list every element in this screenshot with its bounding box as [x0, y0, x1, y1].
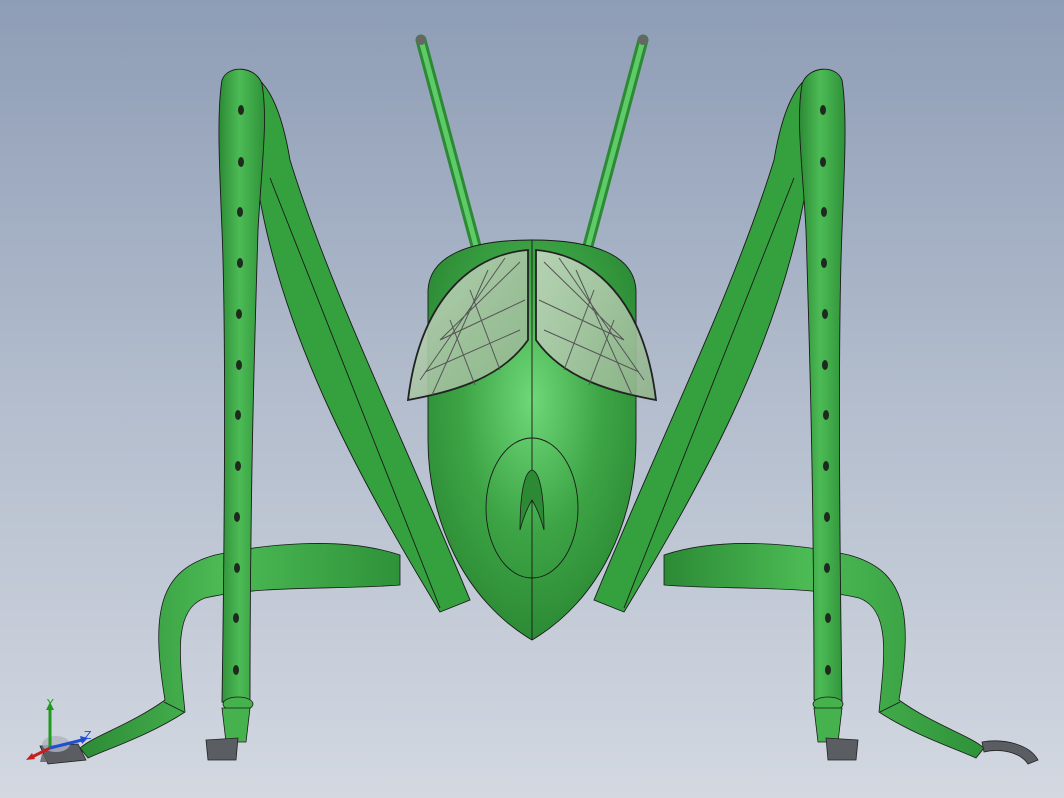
axis-y-label: Y [47, 697, 54, 710]
antenna-left[interactable] [415, 34, 482, 252]
front-leg-right[interactable] [663, 543, 1039, 765]
axis-z-label: Z [84, 729, 92, 742]
coordinate-triad[interactable]: Y Z [22, 696, 102, 766]
antenna-right[interactable] [582, 34, 649, 252]
3d-viewport[interactable]: Y Z [0, 0, 1064, 798]
grasshopper-model[interactable] [0, 0, 1064, 798]
